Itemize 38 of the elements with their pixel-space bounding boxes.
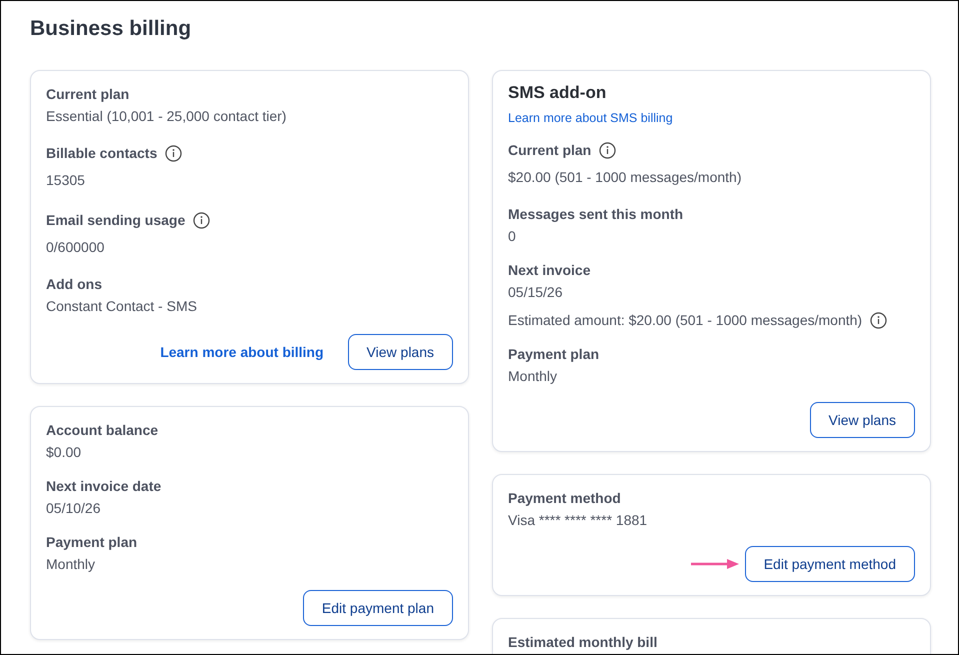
field-value: $0.00 <box>46 443 82 462</box>
field-value: $20.00 (501 - 1000 messages/month) <box>508 168 742 187</box>
info-icon[interactable] <box>193 212 210 228</box>
field-value: Constant Contact - SMS <box>46 297 197 316</box>
field-value: Estimated amount: $20.00 (501 - 1000 messages/month) <box>508 311 862 330</box>
sms-billing-link[interactable]: Learn more about SMS billing <box>508 111 673 125</box>
card-heading: SMS add-on <box>508 83 608 103</box>
card-action-button[interactable]: View plans <box>348 334 453 370</box>
field-label: Payment plan <box>46 534 138 550</box>
field-label: Current plan <box>508 142 592 158</box>
field-label: Estimated monthly bill <box>508 634 658 650</box>
field-label: Payment method <box>508 490 621 506</box>
field-label: Next invoice date <box>46 478 162 494</box>
card-action-button[interactable]: Edit payment plan <box>302 590 453 626</box>
info-icon[interactable] <box>599 142 616 158</box>
field-value: 15305 <box>46 171 85 190</box>
field-value: Monthly <box>508 367 558 386</box>
page-title: Business billing <box>30 16 192 42</box>
field-label: Add ons <box>46 276 102 292</box>
field-value: Monthly <box>46 555 96 574</box>
field-label: Next invoice <box>508 262 590 278</box>
field-value: 0 <box>508 227 516 246</box>
field-value: 05/10/26 <box>46 499 100 518</box>
field-label: Email sending usage <box>46 212 186 228</box>
field-label: Account balance <box>46 422 158 438</box>
billing-info-link[interactable]: Learn more about billing <box>160 344 324 360</box>
field-value: 0/600000 <box>46 238 104 257</box>
card-action-button[interactable]: Edit payment method <box>744 546 915 582</box>
card-action-button[interactable]: View plans <box>810 402 915 438</box>
field-label: Billable contacts <box>46 145 158 161</box>
field-label: Messages sent this month <box>508 206 684 222</box>
field-label: Current plan <box>46 86 130 102</box>
info-icon[interactable] <box>165 144 182 162</box>
field-value: Visa **** **** **** 1881 <box>508 511 648 530</box>
field-value: 05/15/26 <box>508 283 562 302</box>
field-value: Essential (10,001 - 25,000 contact tier) <box>46 107 286 126</box>
field-label: Payment plan <box>508 346 600 362</box>
info-icon[interactable] <box>870 312 888 328</box>
